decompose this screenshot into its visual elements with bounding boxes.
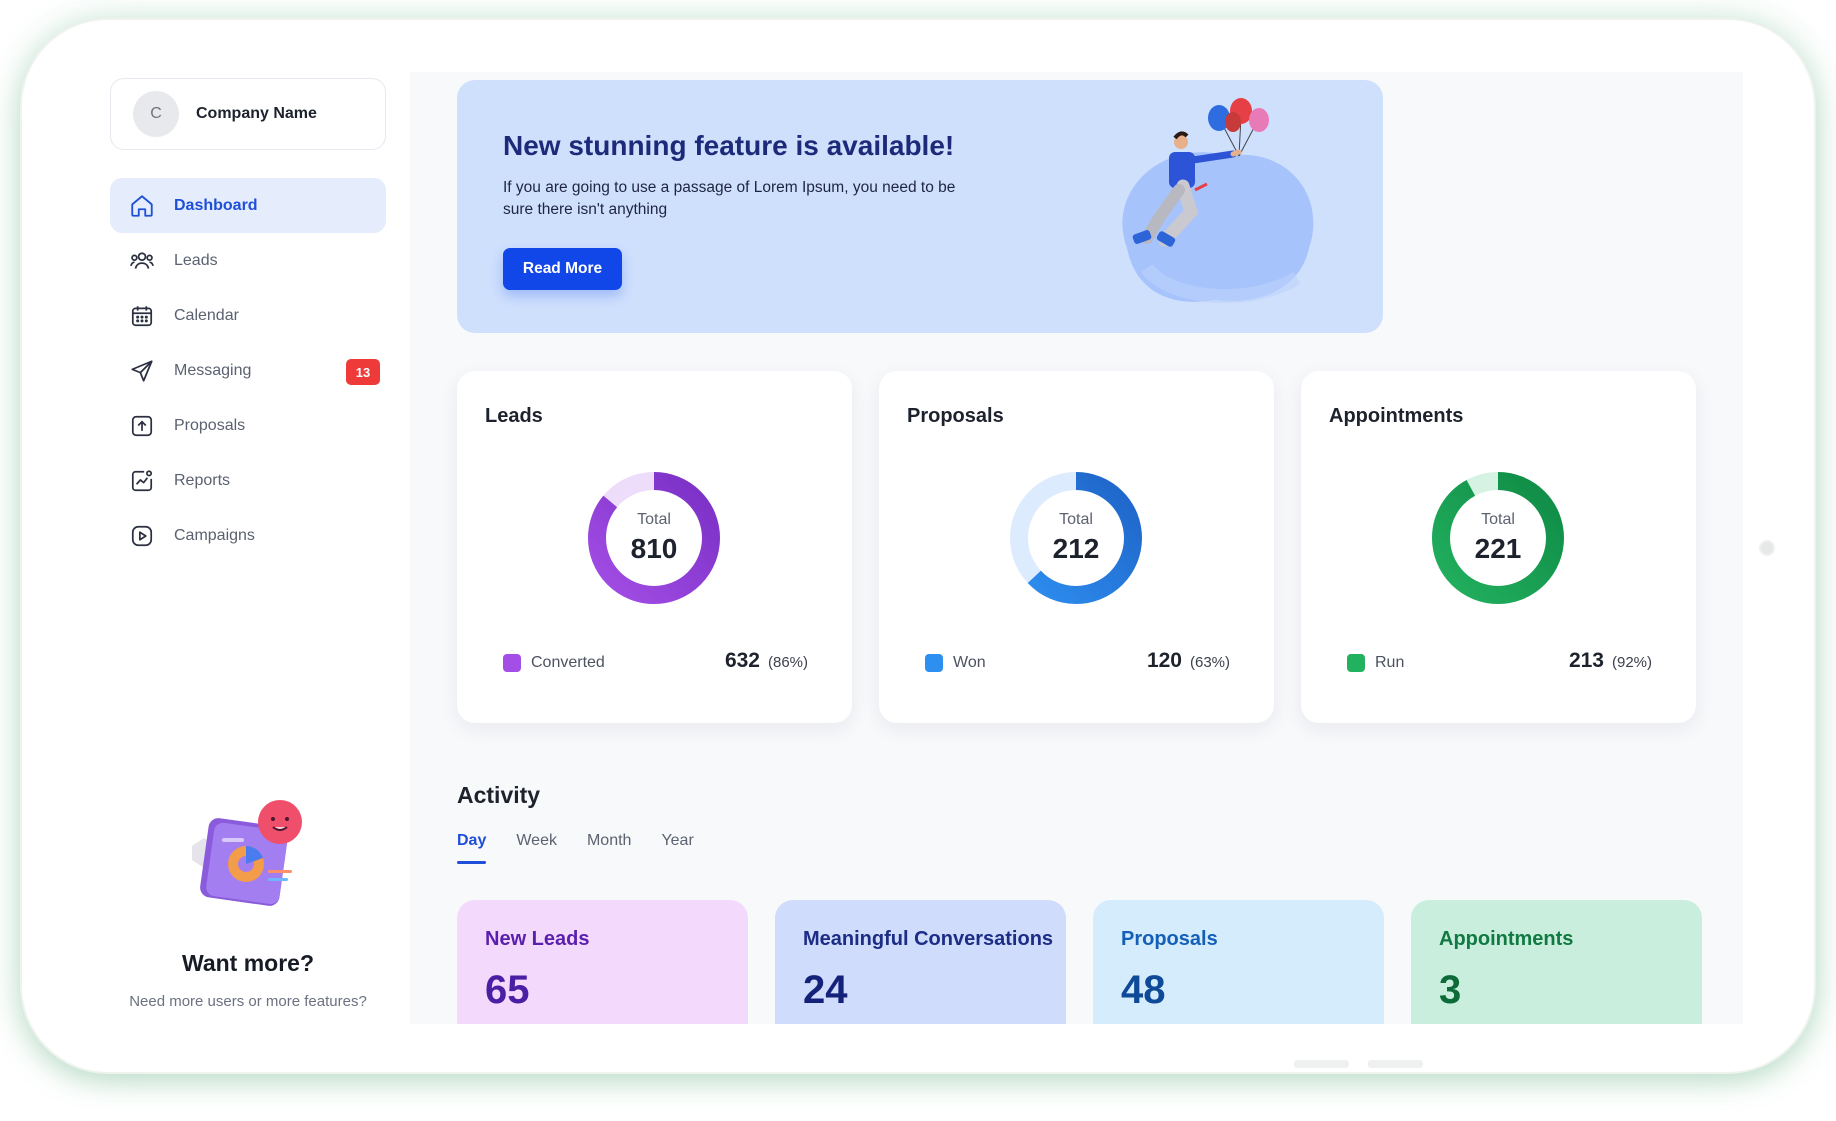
sidebar-item-label: Campaigns: [174, 526, 255, 544]
donut-total: 221: [1474, 533, 1522, 564]
activity-card-value: 3: [1439, 968, 1462, 1012]
activity-card-label: Appointments: [1439, 928, 1574, 950]
legend-swatch: [1347, 654, 1365, 672]
chart-icon: [128, 467, 156, 495]
promo-title: Want more?: [181, 950, 315, 976]
activity-card-value: 24: [803, 968, 848, 1012]
legend-percent: (63%): [1189, 654, 1230, 671]
stat-title: Proposals: [907, 405, 1004, 427]
leads-stat-card[interactable]: Leads Total 810 Converted 632 (86%): [457, 371, 852, 723]
play-icon: [128, 522, 156, 550]
donut-caption: Total: [1481, 511, 1515, 528]
donut-center: Total 810: [575, 459, 733, 617]
sidebar-item-label: Messaging: [174, 361, 252, 379]
sidebar-item-reports[interactable]: Reports: [110, 453, 386, 508]
legend-count: 120: [1146, 649, 1182, 672]
calendar-icon: [128, 302, 156, 330]
legend-swatch: [503, 654, 521, 672]
camera-dot: [1759, 540, 1775, 556]
activity-card-label: New Leads: [485, 928, 590, 950]
activity-title: Activity: [457, 782, 541, 808]
sidebar-item-label: Leads: [174, 251, 218, 269]
tab-week[interactable]: Week: [516, 832, 557, 864]
home-icon: [128, 192, 156, 220]
balloon-man-illustration: [1087, 98, 1347, 328]
sidebar-item-campaigns[interactable]: Campaigns: [110, 508, 386, 563]
donut-caption: Total: [1059, 511, 1093, 528]
read-more-button[interactable]: Read More: [503, 248, 622, 290]
sidebar-item-leads[interactable]: Leads: [110, 233, 386, 288]
activity-card-value: 65: [485, 968, 530, 1012]
legend-percent: (92%): [1611, 654, 1652, 671]
unread-badge: 13: [346, 359, 380, 385]
appointments-stat-card[interactable]: Appointments Total 221 Run 213 (92%): [1301, 371, 1696, 723]
legend-value: 632 (86%): [725, 649, 808, 673]
activity-card-value: 48: [1121, 968, 1166, 1012]
legend-label: Won: [953, 654, 986, 671]
legend-count: 213: [1568, 649, 1604, 672]
banner-text: If you are going to use a passage of Lor…: [503, 179, 956, 218]
upload-icon: [128, 412, 156, 440]
legend-label: Run: [1375, 654, 1405, 671]
company-name: Company Name: [196, 105, 317, 122]
proposals-stat-card[interactable]: Proposals Total 212 Won 120 (63%): [879, 371, 1274, 723]
activity-card-proposals[interactable]: Proposals 48: [1093, 900, 1384, 1024]
activity-card-label: Proposals: [1121, 928, 1218, 950]
stat-title: Leads: [485, 405, 543, 427]
sidebar-nav: Dashboard Leads Calendar Messaging 13 Pr…: [110, 178, 386, 563]
sidebar-item-label: Reports: [174, 471, 231, 489]
activity-card-conversations[interactable]: Meaningful Conversations 24: [775, 900, 1066, 1024]
sidebar-item-label: Dashboard: [174, 196, 258, 214]
device-button: [1294, 1060, 1349, 1068]
upgrade-promo: Want more? Need more users or more featu…: [110, 792, 386, 1012]
tab-year[interactable]: Year: [661, 832, 693, 864]
company-avatar: C: [133, 91, 179, 137]
tab-month[interactable]: Month: [587, 832, 631, 864]
tab-day[interactable]: Day: [457, 832, 487, 864]
activity-card-new-leads[interactable]: New Leads 65: [457, 900, 748, 1024]
legend-percent: (86%): [767, 654, 808, 671]
donut-center: Total 212: [997, 459, 1155, 617]
sidebar-item-label: Proposals: [174, 416, 246, 434]
legend: Won: [925, 654, 986, 672]
company-switcher[interactable]: C Company Name: [110, 78, 386, 150]
sidebar-item-label: Calendar: [174, 306, 239, 324]
legend-value: 120 (63%): [1147, 649, 1230, 673]
device-button: [1368, 1060, 1423, 1068]
stat-title: Appointments: [1329, 405, 1464, 427]
donut-caption: Total: [637, 511, 671, 528]
sidebar-item-messaging[interactable]: Messaging 13: [110, 343, 386, 398]
promo-illustration: [178, 792, 318, 922]
donut-center: Total 221: [1419, 459, 1577, 617]
legend-swatch: [925, 654, 943, 672]
legend: Converted: [503, 654, 605, 672]
activity-card-appointments[interactable]: Appointments 3: [1411, 900, 1702, 1024]
donut-total: 810: [630, 533, 678, 564]
feature-banner: New stunning feature is available! If yo…: [457, 80, 1383, 333]
banner-title: New stunning feature is available!: [503, 130, 955, 161]
promo-text: Need more users or more features?: [129, 993, 367, 1010]
send-icon: [128, 357, 156, 385]
activity-card-label: Meaningful Conversations: [803, 928, 1054, 950]
sidebar-item-proposals[interactable]: Proposals: [110, 398, 386, 453]
sidebar-item-calendar[interactable]: Calendar: [110, 288, 386, 343]
legend-count: 632: [724, 649, 760, 672]
sidebar: C Company Name Dashboard Leads Calendar …: [110, 72, 410, 1024]
donut-total: 212: [1052, 533, 1100, 564]
legend: Run: [1347, 654, 1404, 672]
legend-label: Converted: [531, 654, 605, 671]
main-content: New stunning feature is available! If yo…: [410, 72, 1743, 1024]
activity-tabs: Day Week Month Year: [457, 832, 724, 864]
users-icon: [128, 247, 156, 275]
app-screen: C Company Name Dashboard Leads Calendar …: [110, 72, 1743, 1024]
sidebar-item-dashboard[interactable]: Dashboard: [110, 178, 386, 233]
legend-value: 213 (92%): [1569, 649, 1652, 673]
